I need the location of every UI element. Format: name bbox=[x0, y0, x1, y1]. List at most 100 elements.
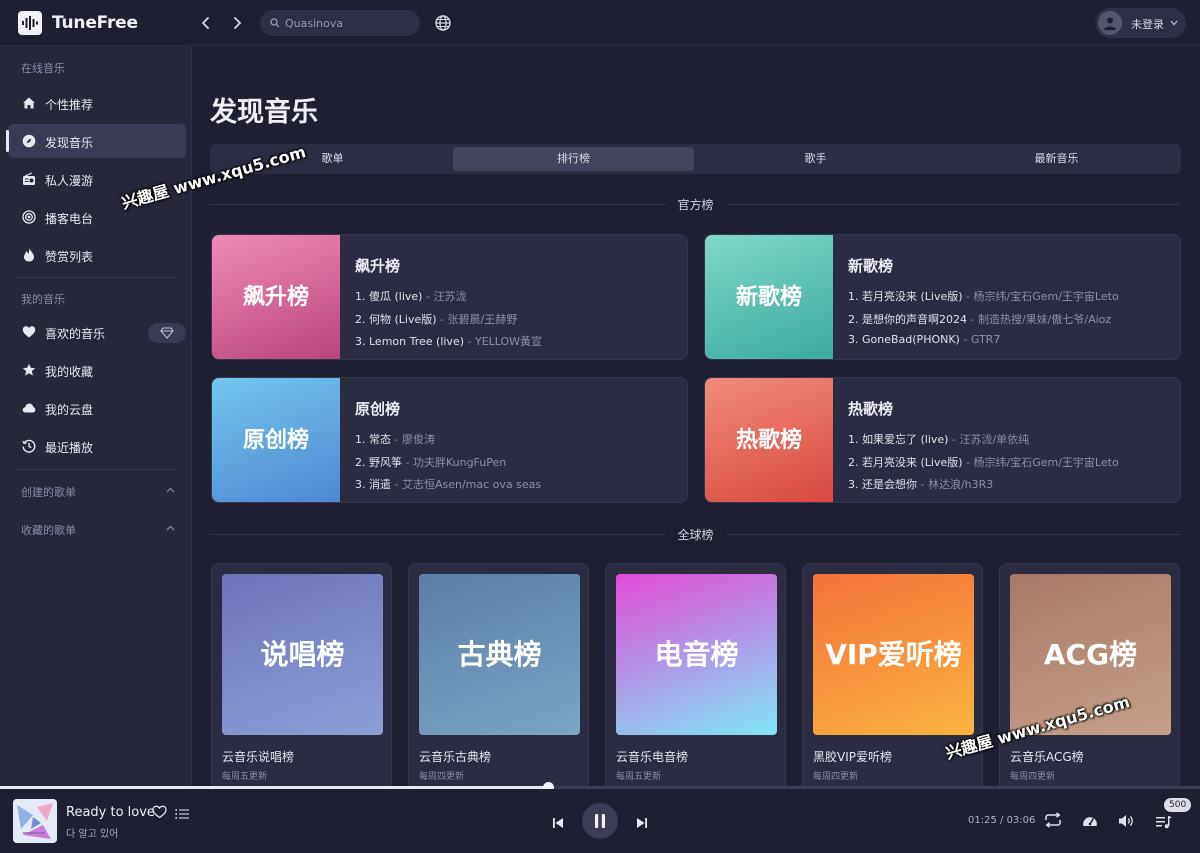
sidebar-item-label: 赞赏列表 bbox=[45, 250, 94, 264]
repeat-icon[interactable] bbox=[1044, 812, 1062, 832]
volume-badge: 500 bbox=[1164, 798, 1192, 812]
chart-name: 云音乐电音榜 bbox=[616, 750, 689, 764]
chart-name: 飙升榜 bbox=[355, 257, 401, 275]
chart-track[interactable]: 3. 还是会想你 - 林达浪/h3R3 bbox=[848, 476, 993, 492]
created-playlists-label: 创建的歌单 bbox=[21, 486, 76, 499]
chart-cover: 说唱榜 bbox=[222, 574, 383, 735]
global-chart-card[interactable]: ACG榜 云音乐ACG榜 每周四更新 bbox=[999, 563, 1180, 787]
avatar bbox=[1098, 11, 1122, 35]
song-artist[interactable]: 다 알고 있어 bbox=[66, 825, 118, 840]
tab-artists[interactable]: 歌手 bbox=[695, 147, 936, 171]
collected-playlists-toggle[interactable]: 收藏的歌单 bbox=[8, 516, 186, 542]
global-chart-card[interactable]: 电音榜 云音乐电音榜 每周五更新 bbox=[605, 563, 786, 787]
search-box[interactable] bbox=[260, 10, 420, 36]
play-queue-icon[interactable] bbox=[1156, 814, 1172, 833]
chart-cover: 热歌榜 bbox=[705, 378, 833, 502]
search-input[interactable] bbox=[285, 10, 415, 36]
sidebar-item-label: 我的云盘 bbox=[45, 403, 94, 417]
main-content: 发现音乐 歌单 排行榜 歌手 最新音乐 官方榜 飙升榜 飙升榜 1. 傻瓜 (l… bbox=[192, 46, 1200, 787]
chart-track[interactable]: 3. GoneBad(PHONK) - GTR7 bbox=[848, 333, 1000, 346]
chart-track[interactable]: 2. 野风筝 - 功夫胖KungFuPen bbox=[355, 454, 506, 470]
globe-icon[interactable] bbox=[434, 14, 452, 36]
chart-track[interactable]: 3. Lemon Tree (live) - YELLOW黃宣 bbox=[355, 333, 542, 349]
chart-cover: 电音榜 bbox=[616, 574, 777, 735]
sidebar-item-recent[interactable]: 最近播放 bbox=[8, 429, 186, 463]
chart-cover: 原创榜 bbox=[212, 378, 340, 502]
sidebar-item-appreciation[interactable]: 赞赏列表 bbox=[8, 238, 186, 272]
chart-track[interactable]: 3. 消遣 - 艾志恒Asen/mac ova seas bbox=[355, 476, 541, 492]
radio-icon bbox=[23, 172, 35, 185]
back-icon[interactable] bbox=[196, 13, 216, 33]
sidebar-item-cloud-disk[interactable]: 我的云盘 bbox=[8, 391, 186, 425]
chart-name: 新歌榜 bbox=[848, 257, 894, 275]
sidebar-item-liked-music[interactable]: 喜欢的音乐 bbox=[8, 315, 186, 349]
sidebar-item-label: 喜欢的音乐 bbox=[45, 327, 106, 341]
collected-playlists-label: 收藏的歌单 bbox=[21, 524, 76, 537]
pause-button[interactable] bbox=[582, 803, 618, 839]
tab-new-music[interactable]: 最新音乐 bbox=[936, 147, 1177, 171]
volume-icon[interactable] bbox=[1118, 813, 1134, 832]
sidebar-item-collection[interactable]: 我的收藏 bbox=[8, 353, 186, 387]
star-icon bbox=[22, 363, 36, 376]
chart-track[interactable]: 2. 若月亮没来 (Live版) - 杨宗纬/宝石Gem/王宇宙Leto bbox=[848, 454, 1119, 470]
chart-update-schedule: 每周五更新 bbox=[222, 772, 268, 782]
global-charts-title: 全球榜 bbox=[665, 526, 726, 543]
my-music-section-label: 我的音乐 bbox=[21, 293, 65, 306]
sidebar-item-label: 最近播放 bbox=[45, 441, 94, 455]
pause-icon bbox=[595, 814, 605, 828]
chart-cover: 新歌榜 bbox=[705, 235, 833, 359]
heart-icon bbox=[22, 326, 36, 338]
search-icon bbox=[270, 18, 280, 28]
album-cover[interactable] bbox=[13, 799, 57, 843]
flame-icon bbox=[24, 248, 34, 262]
playlist-add-icon[interactable] bbox=[175, 805, 189, 824]
global-chart-card[interactable]: 说唱榜 云音乐说唱榜 每周五更新 bbox=[211, 563, 392, 787]
chart-card-new-songs[interactable]: 新歌榜 新歌榜 1. 若月亮没来 (Live版) - 杨宗纬/宝石Gem/王宇宙… bbox=[704, 234, 1181, 360]
global-charts-header: 全球榜 bbox=[210, 526, 1181, 543]
chart-card-hot-songs[interactable]: 热歌榜 热歌榜 1. 如果爱忘了 (live) - 汪苏泷/单依纯 2. 若月亮… bbox=[704, 377, 1181, 503]
chart-card-original[interactable]: 原创榜 原创榜 1. 常态 - 廖俊涛 2. 野风筝 - 功夫胖KungFuPe… bbox=[211, 377, 688, 503]
created-playlists-toggle[interactable]: 创建的歌单 bbox=[8, 478, 186, 504]
chart-track[interactable]: 1. 傻瓜 (live) - 汪苏泷 bbox=[355, 288, 466, 304]
sidebar-item-podcast[interactable]: 播客电台 bbox=[8, 200, 186, 234]
chart-track[interactable]: 2. 何物 (Live版) - 张碧晨/王赫野 bbox=[355, 311, 517, 327]
chart-track[interactable]: 1. 常态 - 廖俊涛 bbox=[355, 431, 435, 447]
chart-track[interactable]: 1. 若月亮没来 (Live版) - 杨宗纬/宝石Gem/王宇宙Leto bbox=[848, 288, 1119, 304]
song-title: Ready to love bbox=[66, 805, 155, 820]
sidebar-item-label: 播客电台 bbox=[45, 212, 94, 226]
sidebar-item-label: 私人漫游 bbox=[45, 174, 94, 188]
like-heart-icon[interactable] bbox=[152, 804, 167, 823]
sidebar-item-discover[interactable]: 发现音乐 bbox=[6, 124, 186, 158]
user-icon bbox=[1104, 17, 1116, 30]
global-chart-card[interactable]: 古典榜 云音乐古典榜 每周四更新 bbox=[408, 563, 589, 787]
user-menu-button[interactable]: 未登录 bbox=[1095, 8, 1186, 38]
chart-cover: VIP爱听榜 bbox=[813, 574, 974, 735]
chart-track[interactable]: 2. 是想你的声音啊2024 - 制造热搜/果妹/傲七爷/Aioz bbox=[848, 311, 1111, 327]
forward-icon[interactable] bbox=[227, 13, 247, 33]
next-track-icon[interactable] bbox=[636, 814, 648, 833]
chart-name: 云音乐古典榜 bbox=[419, 750, 492, 764]
chart-card-soaring[interactable]: 飙升榜 飙升榜 1. 傻瓜 (live) - 汪苏泷 2. 何物 (Live版)… bbox=[211, 234, 688, 360]
official-charts-header: 官方榜 bbox=[210, 196, 1181, 213]
chart-update-schedule: 每周四更新 bbox=[813, 772, 859, 782]
speed-gauge-icon[interactable] bbox=[1082, 813, 1098, 832]
chart-cover: 飙升榜 bbox=[212, 235, 340, 359]
online-music-section-label: 在线音乐 bbox=[21, 62, 65, 75]
previous-track-icon[interactable] bbox=[552, 814, 564, 833]
top-bar: TuneFree 未登录 bbox=[0, 0, 1200, 46]
chart-update-schedule: 每周五更新 bbox=[616, 772, 662, 782]
page-title: 发现音乐 bbox=[210, 97, 318, 128]
heartbeat-mode-button[interactable] bbox=[148, 323, 186, 343]
sidebar-divider bbox=[14, 277, 178, 278]
chart-track[interactable]: 1. 如果爱忘了 (live) - 汪苏泷/单依纯 bbox=[848, 431, 1029, 447]
chart-update-schedule: 每周四更新 bbox=[419, 772, 465, 782]
sidebar: 在线音乐 个性推荐 发现音乐 私人漫游 播客电台 赞赏列表 我的音乐 喜欢的音乐… bbox=[0, 46, 192, 787]
tab-bar: 歌单 排行榜 歌手 最新音乐 bbox=[210, 144, 1181, 174]
chart-name: 原创榜 bbox=[355, 400, 401, 418]
history-icon bbox=[22, 439, 36, 453]
tab-charts[interactable]: 排行榜 bbox=[453, 147, 694, 171]
chart-update-schedule: 每周四更新 bbox=[1010, 772, 1056, 782]
chart-name: 黑胶VIP爱听榜 bbox=[813, 750, 892, 764]
sidebar-item-recommend[interactable]: 个性推荐 bbox=[8, 86, 186, 120]
chart-cover: 古典榜 bbox=[419, 574, 580, 735]
